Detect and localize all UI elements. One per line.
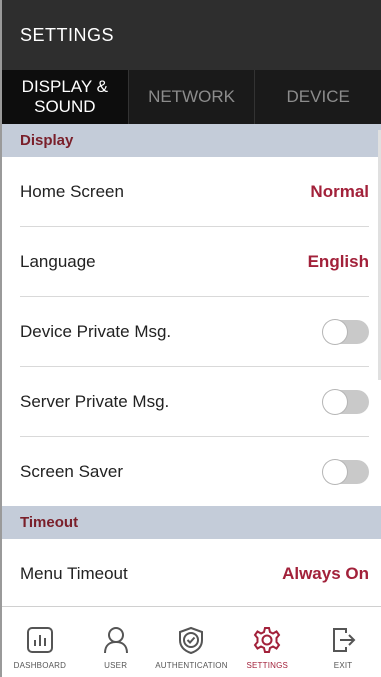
setting-label: Menu Timeout — [20, 563, 128, 583]
nav-label: EXIT — [333, 661, 353, 670]
nav-label: USER — [104, 661, 128, 670]
setting-label: Screen Saver — [20, 461, 123, 481]
nav-label: DASHBOARD — [13, 661, 67, 670]
nav-authentication[interactable]: AUTHENTICATION — [154, 607, 230, 677]
tab-display-sound-label: DISPLAY & SOUND — [21, 77, 108, 116]
tab-display-sound[interactable]: DISPLAY & SOUND — [2, 70, 129, 124]
section-header-timeout: Timeout — [2, 506, 381, 539]
setting-value: English — [307, 251, 369, 271]
nav-exit[interactable]: EXIT — [305, 607, 381, 677]
toggle-knob — [323, 459, 347, 484]
dashboard-icon — [26, 627, 53, 653]
nav-label: SETTINGS — [246, 661, 289, 670]
server-private-msg-toggle[interactable] — [323, 389, 369, 414]
setting-row-device-private-msg: Device Private Msg. — [20, 297, 369, 367]
gear-icon — [254, 627, 281, 653]
setting-value: Always On — [282, 563, 369, 583]
setting-label: Language — [20, 251, 96, 271]
section-header-display: Display — [2, 124, 381, 157]
app-header: SETTINGS — [2, 0, 381, 70]
bottom-nav: DASHBOARD USER AUTHENTICATION SETTINGS E… — [2, 606, 381, 677]
setting-row-server-private-msg: Server Private Msg. — [20, 367, 369, 437]
user-icon — [103, 627, 128, 654]
tab-device-label: DEVICE — [286, 87, 350, 106]
page-title: SETTINGS — [20, 24, 115, 45]
exit-icon — [333, 628, 356, 652]
toggle-knob — [323, 389, 347, 414]
section-title: Display — [20, 132, 74, 149]
tab-device[interactable]: DEVICE — [255, 70, 381, 124]
shield-check-icon — [179, 626, 204, 655]
nav-dashboard[interactable]: DASHBOARD — [2, 607, 78, 677]
setting-row-menu-timeout[interactable]: Menu Timeout Always On — [20, 539, 369, 609]
setting-label: Device Private Msg. — [20, 321, 172, 341]
section-title: Timeout — [20, 514, 79, 531]
setting-row-language[interactable]: Language English — [20, 227, 369, 297]
nav-settings[interactable]: SETTINGS — [229, 607, 305, 677]
tab-network[interactable]: NETWORK — [129, 70, 256, 124]
setting-label: Home Screen — [20, 181, 124, 201]
setting-label: Server Private Msg. — [20, 391, 170, 411]
tab-network-label: NETWORK — [148, 87, 235, 106]
setting-value: Normal — [310, 181, 369, 201]
nav-user[interactable]: USER — [78, 607, 154, 677]
tab-bar: DISPLAY & SOUND NETWORK DEVICE — [2, 70, 381, 124]
screen-saver-toggle[interactable] — [323, 459, 369, 484]
device-private-msg-toggle[interactable] — [323, 319, 369, 344]
nav-label: AUTHENTICATION — [155, 661, 228, 670]
app-frame: SETTINGS DISPLAY & SOUND NETWORK DEVICE … — [0, 0, 381, 677]
setting-row-home-screen[interactable]: Home Screen Normal — [20, 157, 369, 227]
toggle-knob — [323, 319, 347, 344]
setting-row-screen-saver: Screen Saver — [20, 437, 369, 506]
